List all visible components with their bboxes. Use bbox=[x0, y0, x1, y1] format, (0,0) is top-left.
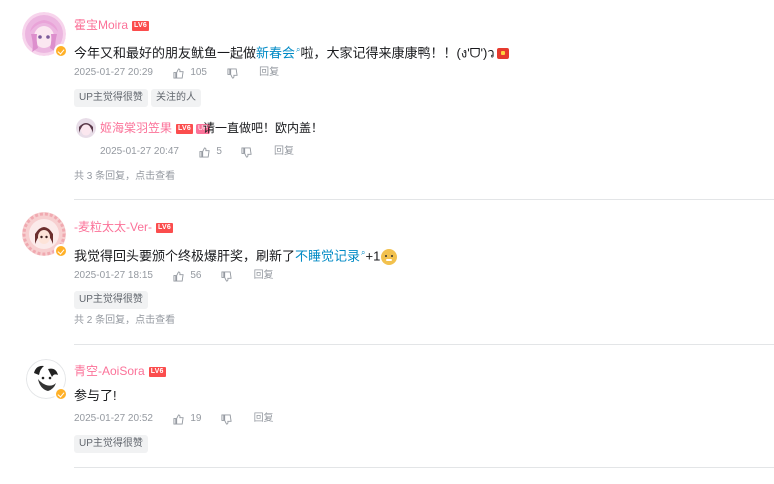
comment-text-part: 我觉得回头要颁个终极爆肝奖，刷新了 bbox=[74, 248, 296, 264]
verified-badge-icon bbox=[54, 44, 68, 58]
like-icon[interactable] bbox=[198, 146, 210, 158]
dislike-icon[interactable] bbox=[221, 413, 232, 425]
comment-item: -麦粒太太-Ver- LV6 我觉得回头要颁个终极爆肝奖，刷新了不睡觉记录⌕+1 … bbox=[0, 200, 774, 345]
sub-reply-meta: 2025-01-27 20:47 5 回复 bbox=[100, 145, 294, 160]
avatar[interactable] bbox=[22, 12, 68, 58]
reply-button[interactable]: 回复 bbox=[254, 269, 274, 283]
like-icon[interactable] bbox=[172, 67, 184, 79]
verified-badge-icon bbox=[54, 244, 68, 258]
avatar[interactable] bbox=[26, 359, 68, 401]
dislike-icon[interactable] bbox=[241, 146, 253, 158]
dislike-icon[interactable] bbox=[227, 67, 238, 79]
avatar-image bbox=[76, 118, 96, 138]
search-link[interactable]: 不睡觉记录 bbox=[295, 248, 360, 263]
search-link[interactable]: 新春会 bbox=[256, 45, 295, 60]
level-badge: LV6 bbox=[156, 222, 173, 233]
like-count: 19 bbox=[190, 413, 202, 424]
comment-text: 今年又和最好的朋友鱿鱼一起做新春会⌕啦，大家记得来康康鸭！！(ง'ᗜ')ว bbox=[74, 40, 509, 63]
doge-emoji-icon bbox=[381, 248, 398, 265]
like-count: 56 bbox=[190, 270, 202, 281]
comment-text-part: 今年又和最好的朋友鱿鱼一起做 bbox=[74, 45, 257, 61]
tag-following: 关注的人 bbox=[151, 89, 201, 107]
comment-text-part: 啦，大家记得来康康鸭！！(ง'ᗜ')ว bbox=[300, 45, 495, 61]
comment-text: 参与了! bbox=[74, 388, 117, 403]
username[interactable]: -麦粒太太-Ver- LV6 bbox=[74, 219, 173, 235]
reply-button[interactable]: 回复 bbox=[259, 66, 279, 80]
like-count: 105 bbox=[190, 67, 207, 78]
like-icon[interactable] bbox=[172, 413, 184, 425]
level-badge: LV6 bbox=[176, 123, 193, 134]
view-replies-link[interactable]: 共 3 条回复，点击查看 bbox=[74, 170, 175, 184]
comment-meta: 2025-01-27 18:15 56 回复 bbox=[74, 269, 274, 284]
sub-reply-username[interactable]: 姬海棠羽笠果 LV6 UP bbox=[100, 120, 210, 136]
level-badge: LV6 bbox=[132, 20, 149, 31]
flag-emoji-icon bbox=[496, 48, 509, 60]
tag-up-liked: UP主觉得很赞 bbox=[74, 89, 148, 107]
reply-button[interactable]: 回复 bbox=[254, 412, 274, 426]
dislike-icon[interactable] bbox=[221, 270, 232, 282]
view-replies-link[interactable]: 共 2 条回复，点击查看 bbox=[74, 314, 175, 328]
comment-divider bbox=[74, 467, 774, 468]
tag-up-liked: UP主觉得很赞 bbox=[74, 435, 148, 453]
comment-meta: 2025-01-27 20:52 19 回复 bbox=[74, 412, 274, 427]
username[interactable]: 青空-AoiSora LV6 bbox=[74, 363, 166, 379]
avatar[interactable] bbox=[22, 212, 68, 258]
reply-button[interactable]: 回复 bbox=[274, 145, 294, 159]
sub-reply-text: 请一直做吧！欧内盖！ bbox=[203, 121, 324, 135]
comment-time: 2025-01-27 18:15 bbox=[74, 270, 153, 281]
comment-time: 2025-01-27 20:52 bbox=[74, 413, 153, 424]
username[interactable]: 霍宝Moira LV6 bbox=[74, 17, 149, 33]
level-badge: LV6 bbox=[148, 366, 166, 377]
username-text[interactable]: -麦粒太太-Ver- bbox=[74, 220, 152, 234]
like-count: 5 bbox=[216, 146, 222, 157]
comment-text: 我觉得回头要颁个终极爆肝奖，刷新了不睡觉记录⌕+1 bbox=[74, 243, 398, 266]
comment-item: 青空-AoiSora LV6 参与了! 2025-01-27 20:52 19 回… bbox=[0, 345, 774, 484]
username-text[interactable]: 姬海棠羽笠果 bbox=[100, 121, 172, 135]
comment-item: 霍宝Moira LV6 今年又和最好的朋友鱿鱼一起做新春会⌕啦，大家记得来康康鸭！… bbox=[0, 0, 774, 200]
comment-meta: 2025-01-27 20:29 105 回复 bbox=[74, 66, 279, 81]
username-text[interactable]: 霍宝Moira bbox=[74, 18, 128, 32]
like-icon[interactable] bbox=[172, 270, 184, 282]
username-text[interactable]: 青空-AoiSora bbox=[74, 364, 145, 378]
comment-time: 2025-01-27 20:47 bbox=[100, 146, 179, 157]
comment-text-part: +1 bbox=[365, 248, 381, 264]
verified-badge-icon bbox=[54, 387, 68, 401]
tag-up-liked: UP主觉得很赞 bbox=[74, 291, 148, 309]
sub-reply-avatar[interactable] bbox=[76, 118, 96, 138]
comment-time: 2025-01-27 20:29 bbox=[74, 67, 153, 78]
